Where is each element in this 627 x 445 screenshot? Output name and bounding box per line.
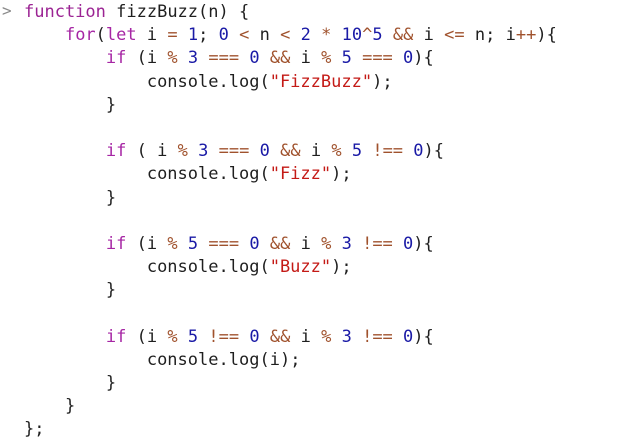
code-line: for(let i = 1; 0 < n < 2 * 10^5 && i <= … xyxy=(64,25,557,46)
code-line: } xyxy=(105,187,117,208)
code-line: }; xyxy=(24,419,45,440)
code-line: } xyxy=(64,396,76,417)
code-line: if (i % 5 !== 0 && i % 3 !== 0){ xyxy=(105,326,434,347)
devtools-console-entry[interactable]: > function fizzBuzz(n) { for(let i = 1; … xyxy=(0,0,627,445)
code-block: function fizzBuzz(n) { for(let i = 1; 0 … xyxy=(24,1,627,442)
code-line: if (i % 3 === 0 && i % 5 === 0){ xyxy=(105,48,434,69)
code-line: console.log("FizzBuzz"); xyxy=(146,71,393,92)
code-line: } xyxy=(105,94,117,115)
code-line: if ( i % 3 === 0 && i % 5 !== 0){ xyxy=(105,141,445,162)
console-prompt-chevron-icon: > xyxy=(2,1,12,20)
code-line: console.log("Buzz"); xyxy=(146,257,352,278)
code-line: function fizzBuzz(n) { xyxy=(24,2,250,22)
code-line: console.log(i); xyxy=(146,349,301,370)
code-line: console.log("Fizz"); xyxy=(146,164,352,185)
code-line: } xyxy=(105,280,117,301)
code-line: if (i % 5 === 0 && i % 3 !== 0){ xyxy=(105,233,434,254)
code-line: } xyxy=(105,373,117,393)
